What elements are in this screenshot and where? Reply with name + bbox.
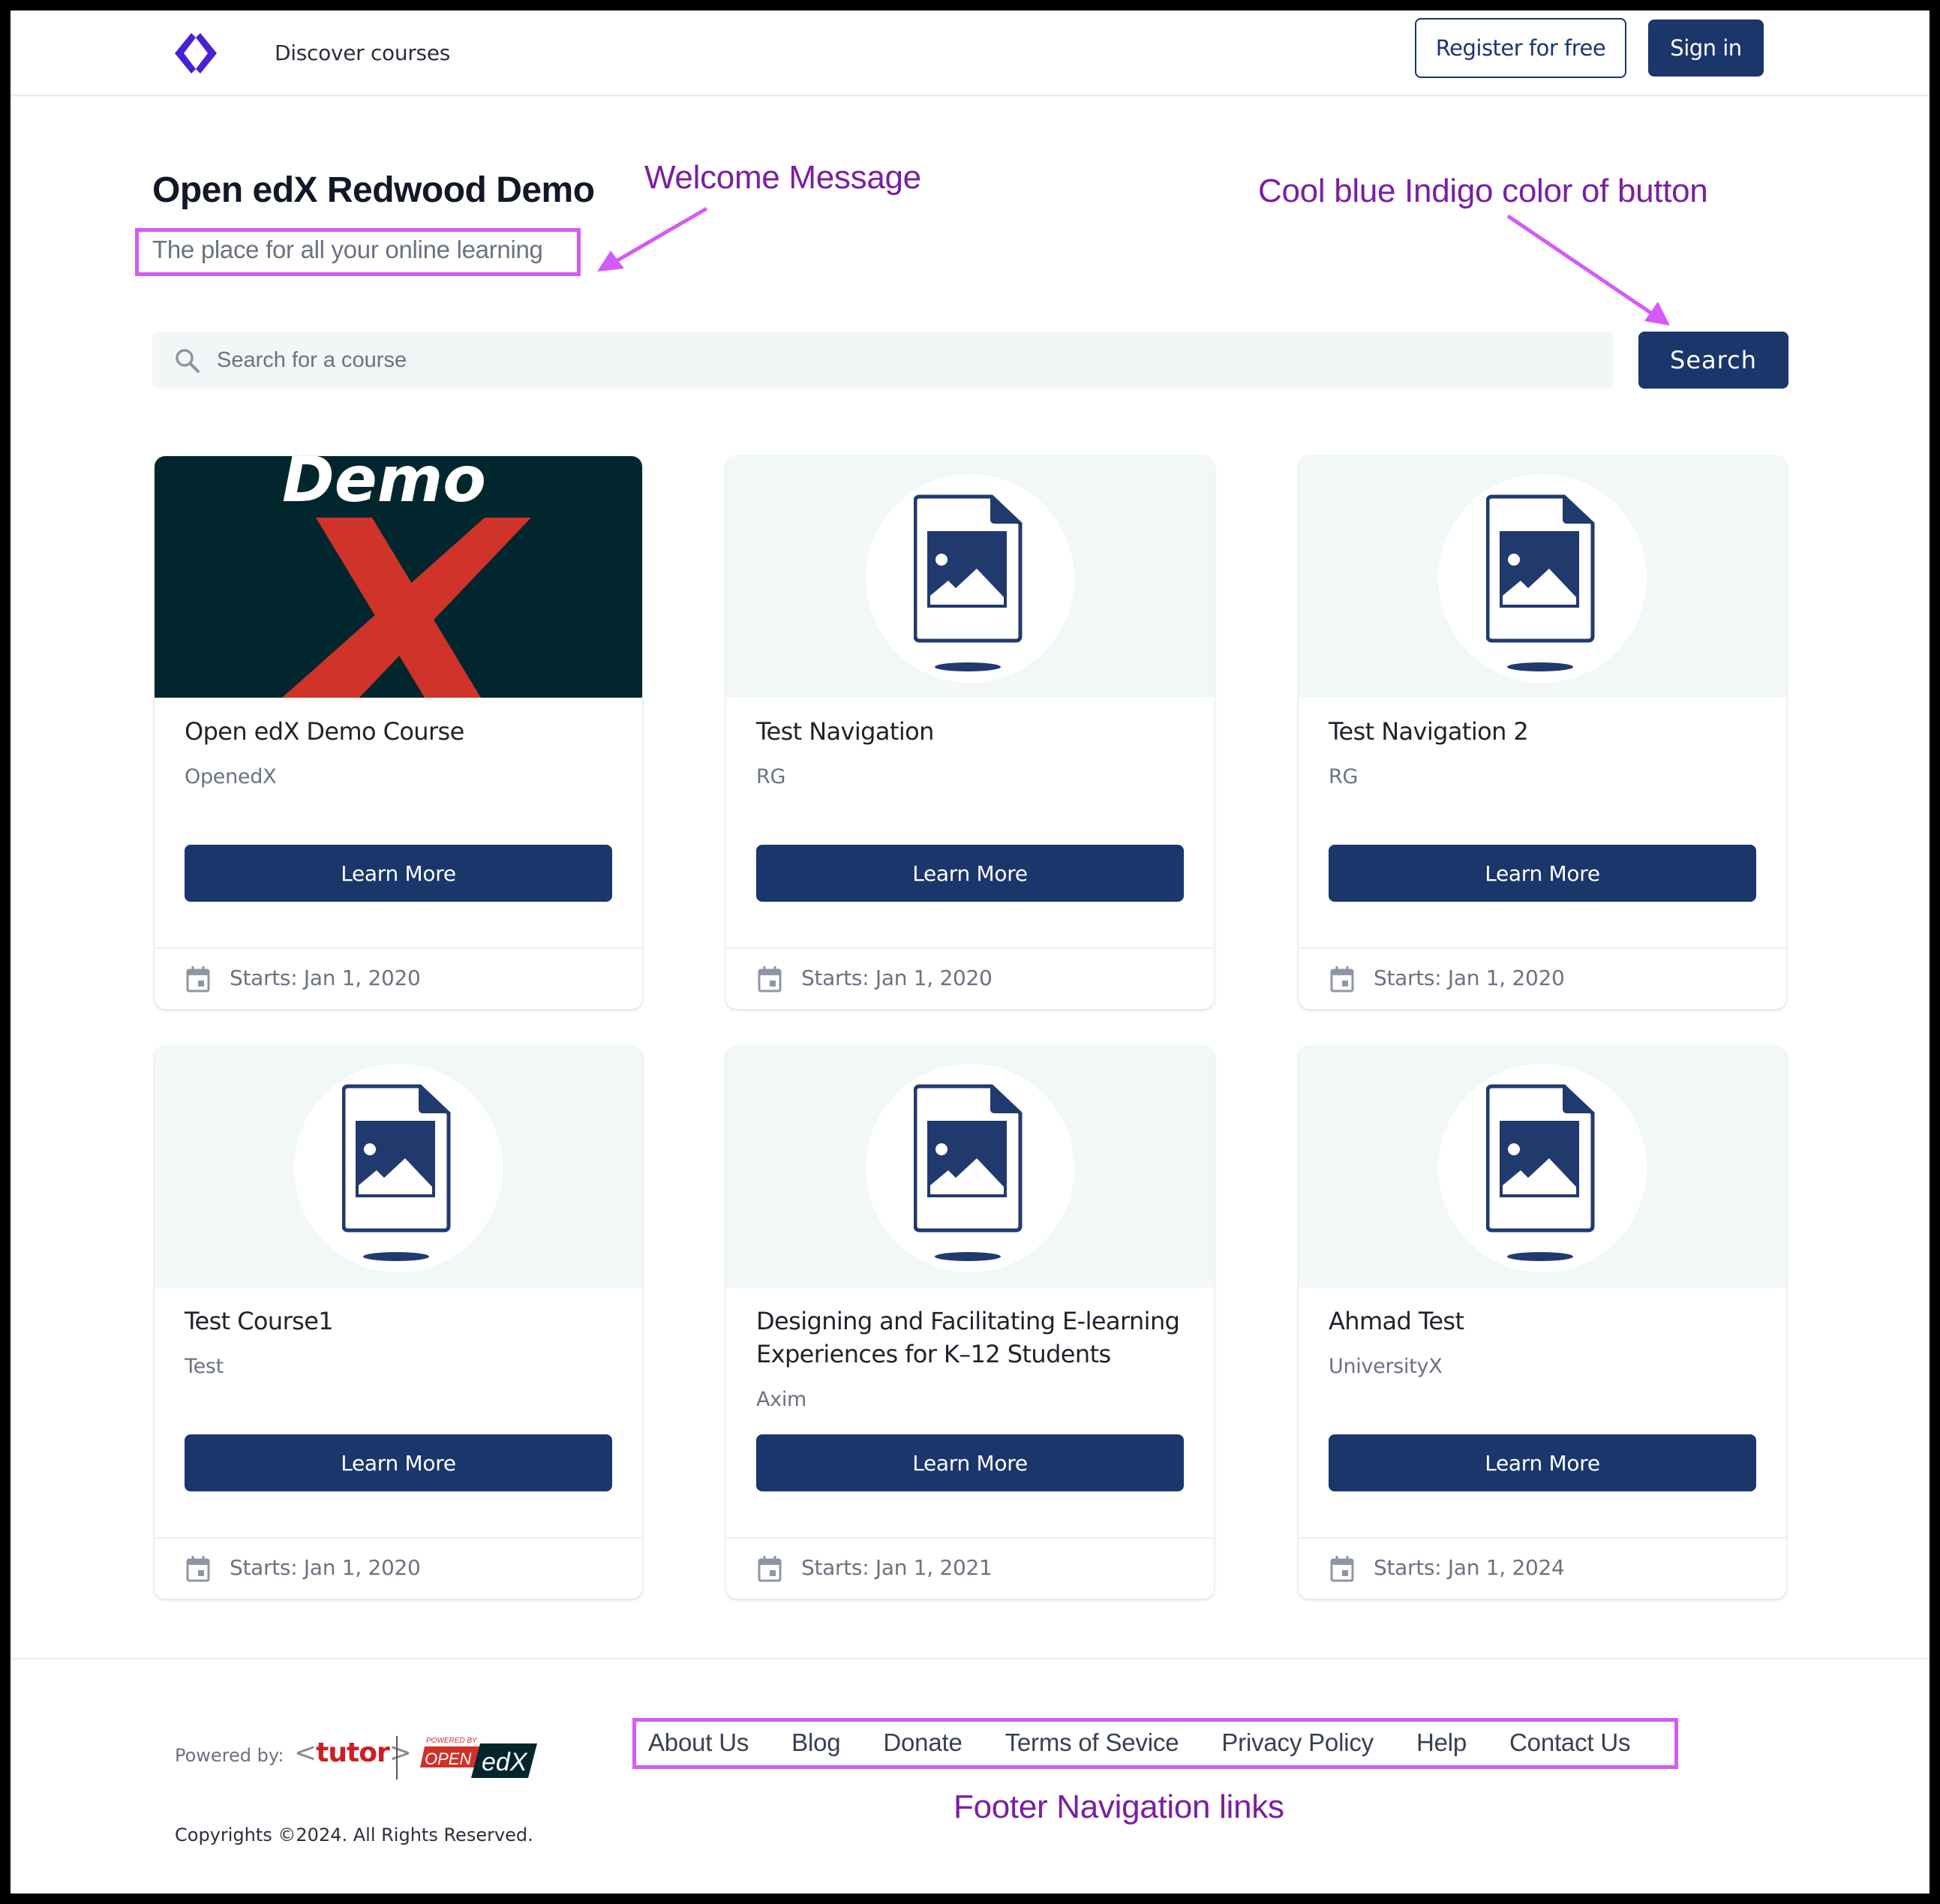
tutor-logo-text: tutor [316,1737,390,1768]
course-start-date: Starts: Jan 1, 2024 [1374,1555,1565,1580]
card-footer: Starts: Jan 1, 2024 [1299,1537,1786,1599]
course-image-demo: Demo [155,456,642,698]
course-start-date: Starts: Jan 1, 2021 [801,1555,993,1580]
demo-image-text: Demo [282,456,486,516]
calendar-icon [1330,1556,1354,1582]
calendar-icon [1330,966,1354,993]
page: Discover courses Register for free Sign … [11,11,1929,1893]
calendar-icon [186,1556,210,1582]
footer-nav: About Us Blog Donate Terms of Sevice Pri… [648,1728,1630,1757]
course-org: OpenedX [185,765,277,788]
learn-more-button[interactable]: Learn More [1329,845,1756,902]
placeholder-image-icon [342,1084,451,1261]
placeholder-image-icon [1486,1084,1595,1261]
course-title[interactable]: Test Navigation 2 [1329,715,1756,748]
card-footer: Starts: Jan 1, 2020 [726,947,1214,1009]
powered-by-label: Powered by: [175,1745,284,1766]
copyright-text: Copyrights ©2024. All Rights Reserved. [175,1824,533,1845]
course-title[interactable]: Open edX Demo Course [185,715,612,748]
learn-more-button[interactable]: Learn More [756,1434,1184,1491]
course-title[interactable]: Test Navigation [756,715,1184,748]
page-title: Open edX Redwood Demo [152,170,595,210]
course-start-date: Starts: Jan 1, 2020 [1374,966,1565,990]
course-card[interactable]: Test Navigation RG Learn More Starts: Ja… [726,456,1214,1009]
course-org: RG [756,765,786,788]
search-button[interactable]: Search [1638,332,1788,389]
tutor-logo[interactable]: <tutor> [294,1737,412,1768]
placeholder-image-icon [1486,494,1595,671]
course-title[interactable]: Ahmad Test [1329,1305,1756,1338]
course-start-date: Starts: Jan 1, 2020 [230,966,421,990]
footer-link-blog[interactable]: Blog [791,1728,840,1757]
logo-separator [396,1736,398,1779]
code-brackets-icon[interactable] [172,29,220,78]
footer-link-contact-us[interactable]: Contact Us [1509,1728,1630,1757]
sign-in-button[interactable]: Sign in [1648,20,1764,77]
annotation-label-button-color: Cool blue Indigo color of button [1258,173,1708,209]
footer-link-terms[interactable]: Terms of Sevice [1005,1728,1179,1757]
card-footer: Starts: Jan 1, 2020 [155,1537,642,1599]
register-button[interactable]: Register for free [1415,18,1626,78]
footer-link-about-us[interactable]: About Us [648,1728,749,1757]
welcome-message: The place for all your online learning [152,236,543,263]
calendar-icon [186,966,210,993]
powered-by-openedx-logo[interactable]: POWERED BY OPEN edX [419,1734,546,1781]
course-title[interactable]: Designing and Facilitating E-learning Ex… [756,1305,1184,1371]
course-image[interactable] [1299,1046,1786,1287]
calendar-icon [758,1556,782,1582]
course-image[interactable]: Demo [155,456,642,698]
course-image[interactable] [726,456,1214,698]
learn-more-button[interactable]: Learn More [1329,1434,1756,1491]
openedx-logo-edx-text: edX [482,1748,528,1776]
card-footer: Starts: Jan 1, 2020 [155,947,642,1009]
course-card[interactable]: Designing and Facilitating E-learning Ex… [726,1046,1214,1599]
annotation-arrow-icon [1506,214,1670,326]
course-card[interactable]: Test Navigation 2 RG Learn More Starts: … [1299,456,1786,1009]
course-org: Axim [756,1388,807,1411]
placeholder-image-icon [914,494,1023,671]
course-card[interactable]: Demo Open edX Demo Course OpenedX Learn … [155,456,642,1009]
course-start-date: Starts: Jan 1, 2020 [801,966,993,990]
learn-more-button[interactable]: Learn More [756,845,1184,902]
course-org: UniversityX [1329,1355,1443,1378]
annotation-arrow-icon [597,206,708,272]
footer-divider [11,1658,1929,1659]
card-footer: Starts: Jan 1, 2020 [1299,947,1786,1009]
site-header: Discover courses Register for free Sign … [11,11,1929,96]
calendar-icon [758,966,782,993]
learn-more-button[interactable]: Learn More [185,845,612,902]
search-icon [176,349,200,373]
course-image[interactable] [726,1046,1214,1287]
card-footer: Starts: Jan 1, 2021 [726,1537,1214,1599]
footer-link-donate[interactable]: Donate [883,1728,962,1757]
course-title[interactable]: Test Course1 [185,1305,612,1338]
openedx-logo-open-text: OPEN [425,1749,471,1768]
course-org: RG [1329,765,1359,788]
course-start-date: Starts: Jan 1, 2020 [230,1555,421,1580]
footer-link-help[interactable]: Help [1416,1728,1467,1757]
openedx-logo-top-text: POWERED BY [426,1737,478,1745]
placeholder-image-icon [914,1084,1023,1261]
annotation-label-footer-nav: Footer Navigation links [953,1788,1284,1825]
course-image[interactable] [155,1046,642,1287]
search-field[interactable] [152,332,1614,389]
annotation-label-welcome: Welcome Message [644,159,921,196]
learn-more-button[interactable]: Learn More [185,1434,612,1491]
demo-x-banner: Demo [282,456,531,698]
course-image[interactable] [1299,456,1786,698]
course-card[interactable]: Test Course1 Test Learn More Starts: Jan… [155,1046,642,1599]
course-card[interactable]: Ahmad Test UniversityX Learn More Starts… [1299,1046,1786,1599]
course-org: Test [185,1355,224,1378]
discover-courses-link[interactable]: Discover courses [275,41,450,65]
footer-link-privacy[interactable]: Privacy Policy [1221,1728,1374,1757]
search-input[interactable] [217,332,1597,389]
